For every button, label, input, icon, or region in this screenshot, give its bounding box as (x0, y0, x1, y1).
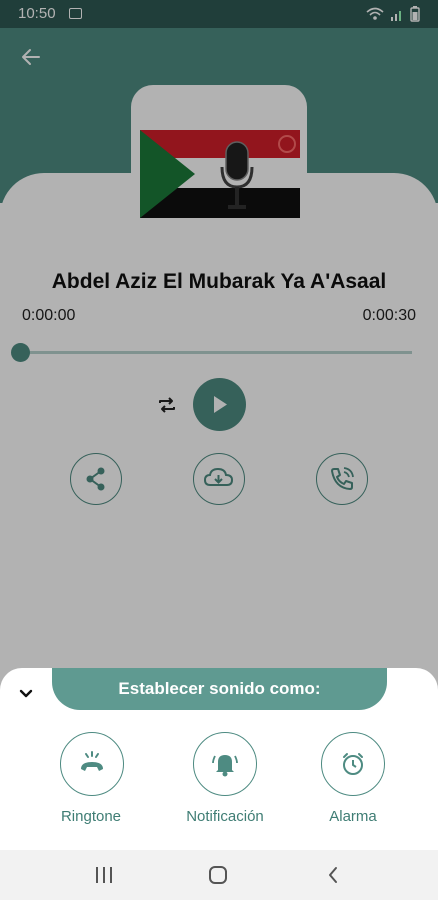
alarm-clock-icon (343, 753, 363, 775)
recent-apps-icon[interactable] (94, 866, 114, 884)
ringing-phone-icon (81, 751, 103, 771)
ringtone-label[interactable]: Ringtone (31, 808, 151, 825)
notification-label[interactable]: Notificación (165, 808, 285, 825)
alarm-option[interactable] (321, 732, 385, 796)
collapse-button[interactable] (14, 681, 38, 705)
bell-icon (212, 755, 238, 777)
sheet-title: Establecer sonido como: (52, 668, 387, 710)
notification-option[interactable] (193, 732, 257, 796)
system-nav-bar (0, 850, 438, 900)
home-icon[interactable] (208, 865, 228, 885)
back-nav-icon[interactable] (325, 865, 341, 885)
chevron-down-icon (19, 689, 33, 698)
ringtone-option[interactable] (60, 732, 124, 796)
alarm-label[interactable]: Alarma (293, 808, 413, 825)
